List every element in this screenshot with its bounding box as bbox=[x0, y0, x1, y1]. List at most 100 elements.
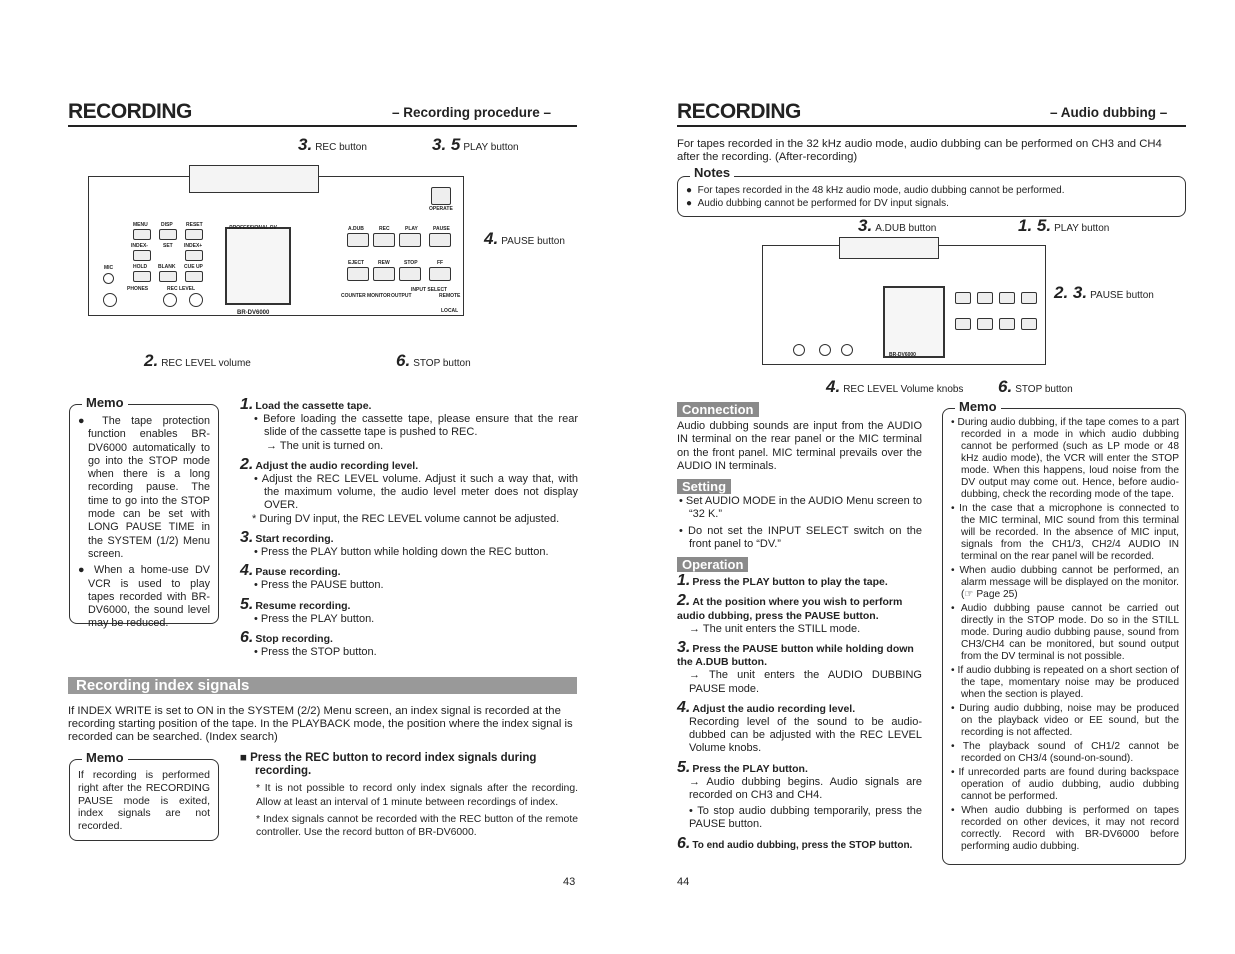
memo-item: • During audio dubbing, if the tape come… bbox=[951, 417, 1179, 500]
reset-button bbox=[185, 229, 203, 240]
phones-knob bbox=[793, 344, 805, 356]
page-title-left: RECORDING bbox=[68, 100, 192, 123]
mic-label: MIC bbox=[104, 265, 114, 271]
blank-button bbox=[159, 271, 177, 282]
stop-button bbox=[399, 267, 421, 281]
lcd-monitor bbox=[883, 286, 945, 358]
memo-title: Memo bbox=[82, 396, 128, 410]
callout-rec-button: 3. REC button bbox=[298, 135, 367, 154]
page-number-left: 43 bbox=[563, 876, 576, 888]
rec-level-knob-2 bbox=[189, 293, 203, 307]
step-2: 2. Adjust the audio recording level. • Adj… bbox=[240, 455, 578, 525]
index-plus-label: INDEX+ bbox=[184, 243, 203, 249]
memo-item: • When audio dubbing cannot be performed… bbox=[951, 565, 1179, 600]
operate-power-button bbox=[431, 187, 451, 205]
disp-button bbox=[159, 229, 177, 240]
notes-box: Notes ● For tapes recorded in the 48 kHz… bbox=[677, 166, 1186, 217]
ff-button bbox=[1021, 318, 1037, 330]
callout-pause-button: 2. 3. PAUSE button bbox=[1054, 283, 1154, 302]
play-button bbox=[399, 233, 421, 247]
callout-stop-button: 6. STOP button bbox=[998, 377, 1073, 396]
a-dub-label: A.DUB bbox=[348, 226, 364, 232]
local-label: LOCAL bbox=[441, 308, 459, 314]
note-item: ● For tapes recorded in the 48 kHz audio… bbox=[686, 185, 1065, 196]
memo-text: If recording is performed right after th… bbox=[78, 769, 210, 833]
blank-label: BLANK bbox=[158, 264, 176, 270]
memo-item: • In the case that a microphone is conne… bbox=[951, 503, 1179, 562]
stop-label: STOP bbox=[404, 260, 418, 266]
index-signals-heading: Recording index signals bbox=[68, 677, 577, 695]
vcr-front-panel-illustration: BR-DV6000 bbox=[762, 237, 1046, 365]
section-subtitle-left: – Recording procedure – bbox=[392, 105, 552, 120]
ff-button bbox=[429, 267, 451, 281]
index-note: * Index signals cannot be recorded with … bbox=[256, 813, 578, 839]
callout-play-button: 1. 5. PLAY button bbox=[1018, 216, 1110, 235]
step-6: 6. Stop recording. • Press the STOP button… bbox=[240, 629, 377, 659]
play-label: PLAY bbox=[405, 226, 418, 232]
rec-button bbox=[373, 233, 395, 247]
step-3: 3. Start recording. • Press the PLAY butto… bbox=[240, 528, 549, 559]
mic-jack bbox=[103, 273, 114, 284]
a-dub-button bbox=[347, 233, 369, 247]
step-1: 1. Load the cassette tape. • Before loadin… bbox=[240, 396, 578, 452]
eject-button bbox=[955, 318, 971, 330]
step-5: 5. Resume recording. • Press the PLAY butt… bbox=[240, 595, 375, 625]
note-item: ● Audio dubbing cannot be performed for … bbox=[686, 198, 949, 210]
title-rule bbox=[677, 125, 1186, 127]
pause-button bbox=[429, 233, 451, 247]
remote-label: REMOTE bbox=[439, 293, 461, 299]
memo-title: Memo bbox=[955, 400, 1001, 414]
rew-button bbox=[373, 267, 395, 281]
title-rule bbox=[68, 125, 577, 127]
ff-label: FF bbox=[437, 260, 444, 266]
cassette-slot bbox=[839, 237, 939, 259]
stop-button bbox=[999, 318, 1015, 330]
pause-label: PAUSE bbox=[433, 226, 450, 232]
index-instructions: ■ Press the REC button to record index s… bbox=[240, 752, 578, 839]
memo-list: • During audio dubbing, if the tape come… bbox=[949, 417, 1179, 853]
hold-button bbox=[133, 271, 151, 282]
cue-up-label: CUE UP bbox=[184, 264, 203, 270]
callout-rec-level-knobs: 4. REC LEVEL Volume knobs bbox=[826, 377, 964, 396]
audio-dub-memo-box: Memo • During audio dubbing, if the tape… bbox=[942, 400, 1186, 865]
setting-item: • Set AUDIO MODE in the AUDIO Menu scree… bbox=[679, 495, 922, 521]
page-title-right: RECORDING bbox=[677, 100, 801, 123]
operate-label: OPERATE bbox=[429, 206, 453, 212]
op-step-2: 2. At the position where you wish to perf… bbox=[677, 592, 903, 635]
disp-label: DISP bbox=[161, 222, 173, 228]
pause-button bbox=[1021, 292, 1037, 304]
eject-label: EJECT bbox=[348, 260, 365, 266]
callout-play-button: 3. 5 PLAY button bbox=[432, 135, 519, 154]
memo-title: Memo bbox=[82, 751, 128, 765]
index-note: * It is not possible to record only inde… bbox=[256, 783, 578, 808]
output-label: OUTPUT bbox=[391, 293, 412, 299]
memo-item: • If unrecorded parts are found during b… bbox=[951, 767, 1179, 802]
a-dub-button bbox=[955, 292, 971, 304]
operation-heading: Operation bbox=[677, 557, 749, 573]
notes-title: Notes bbox=[690, 166, 735, 180]
memo-item: • If audio dubbing is repeated on a shor… bbox=[951, 665, 1179, 700]
page-number-right: 44 bbox=[677, 876, 690, 888]
audio-dub-instructions: Connection Audio dubbing sounds are inpu… bbox=[677, 402, 922, 857]
op-step-5: 5. Press the PLAY button. → Audio dubbing … bbox=[677, 758, 922, 831]
callout-rec-level: 2. REC LEVEL volume bbox=[144, 351, 251, 370]
rec-level-label: REC LEVEL bbox=[167, 286, 196, 292]
brand-logo: PROFESSIONAL DV bbox=[229, 225, 277, 231]
index-minus-button bbox=[133, 250, 151, 261]
op-step-4: 4. Adjust the audio recording level. Recor… bbox=[677, 698, 922, 755]
rew-label: REW bbox=[378, 260, 390, 266]
recording-steps: 1. Load the cassette tape. • Before loadin… bbox=[240, 396, 578, 664]
setting-heading: Setting bbox=[677, 479, 732, 495]
index-plus-button bbox=[185, 250, 203, 261]
memo-item: • Audio dubbing pause cannot be carried … bbox=[951, 603, 1179, 662]
index-memo-box: Memo If recording is performed right aft… bbox=[69, 751, 219, 841]
set-label: SET bbox=[163, 243, 173, 249]
model-label: BR-DV6000 bbox=[237, 310, 270, 316]
memo-item: ● When a home-use DV VCR is used to play… bbox=[78, 564, 210, 630]
callout-pause-button: 4. PAUSE button bbox=[484, 229, 565, 248]
section-subtitle-right: – Audio dubbing – bbox=[1050, 105, 1168, 120]
index-instruction: ■ Press the REC button to record index s… bbox=[240, 752, 537, 778]
audio-dubbing-intro: For tapes recorded in the 32 kHz audio m… bbox=[677, 138, 1162, 164]
menu-button bbox=[133, 229, 151, 240]
index-minus-label: INDEX- bbox=[131, 243, 148, 249]
